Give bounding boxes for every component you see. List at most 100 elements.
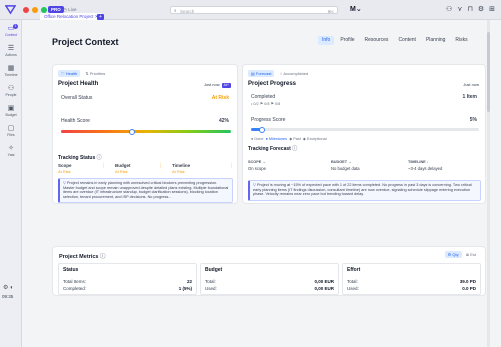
brand-icon[interactable]: M⌄ bbox=[350, 5, 362, 13]
sparkle-icon: ✧ bbox=[8, 145, 14, 152]
overall-status-label: Overall Status bbox=[61, 95, 93, 101]
health-score-label: Health Score bbox=[61, 118, 90, 124]
main-scrollbar[interactable] bbox=[487, 20, 490, 347]
main-content: Project Context Info Profile Resources C… bbox=[22, 20, 501, 347]
progress-note-text: Project is moving at ~15% of expected pa… bbox=[253, 183, 472, 197]
health-title: Project Health bbox=[58, 81, 99, 87]
filter-icon[interactable]: ⋎ bbox=[457, 5, 462, 13]
sidebar-item-timeline[interactable]: ▦ Timeline bbox=[0, 65, 22, 77]
metrics-title: Project Metrics ⓘ bbox=[59, 252, 105, 260]
context-badge: 1 bbox=[13, 24, 18, 29]
page-title: Project Context bbox=[52, 37, 119, 47]
sidebar-item-label: Timeline bbox=[4, 73, 18, 77]
progress-subtabs: ▤ Forecast ♀ Accomplished bbox=[248, 70, 311, 77]
sidebar-item-label: Yaai bbox=[7, 153, 15, 157]
metric-value: 1 (5%) bbox=[178, 286, 192, 291]
subtab-priorities[interactable]: ⇅ Priorities bbox=[82, 70, 108, 77]
forecast-timeline-head: TIMELINE ↓ bbox=[408, 160, 429, 164]
forecast-timeline-value: ~3-4 days delayed bbox=[408, 166, 443, 171]
tracking-budget-label: Budget bbox=[115, 163, 131, 168]
tab-content[interactable]: Content bbox=[394, 36, 420, 45]
sidebar-item-people[interactable]: ⚇ People bbox=[0, 85, 22, 97]
ai-sparkle-icon: ▽ bbox=[253, 183, 256, 187]
metric-label: Used: bbox=[205, 286, 217, 291]
health-score-marker bbox=[129, 128, 136, 135]
metrics-title-text: Project Metrics bbox=[59, 254, 99, 260]
search-placeholder: Search bbox=[180, 8, 195, 14]
subtab-label: Priorities bbox=[89, 71, 106, 76]
live-label: Live bbox=[68, 7, 77, 12]
updated-label: Just now bbox=[203, 82, 220, 87]
clock-time: 09:35 bbox=[2, 294, 14, 299]
tab-planning[interactable]: Planning bbox=[422, 36, 449, 45]
info-icon[interactable]: ⓘ bbox=[100, 254, 106, 260]
live-indicator: ◷ Live bbox=[63, 7, 77, 12]
brightness-icon[interactable]: ◐ bbox=[10, 285, 14, 291]
sidebar-item-actions[interactable]: ☰ Actions bbox=[0, 45, 22, 57]
close-window-button[interactable] bbox=[23, 7, 29, 13]
subtab-forecast[interactable]: ▤ Forecast bbox=[248, 70, 275, 77]
progress-score-value: 5% bbox=[469, 117, 477, 123]
tab-risks[interactable]: Risks bbox=[451, 36, 471, 45]
metrics-toggle: ⚙ Qty ≣ Est bbox=[444, 251, 479, 258]
scroll-thumb[interactable] bbox=[487, 32, 490, 112]
sidebar-item-context[interactable]: ▭ 1 Context bbox=[0, 24, 22, 37]
completed-label: Completed bbox=[251, 94, 276, 100]
wallet-icon: ▣ bbox=[7, 105, 15, 112]
metric-title: Status bbox=[63, 267, 79, 273]
minimize-window-button[interactable] bbox=[32, 7, 38, 13]
search-input[interactable]: ⌕ Search ⌘K bbox=[170, 6, 338, 14]
search-icon: ⌕ bbox=[174, 8, 177, 13]
subtab-label: Forecast bbox=[255, 71, 272, 76]
lock-icon[interactable]: ⊓ bbox=[467, 5, 472, 13]
sidebar: ▭ 1 Context ☰ Actions ▦ Timeline ⚇ Peopl… bbox=[0, 20, 22, 347]
toggle-est[interactable]: ≣ Est bbox=[463, 251, 479, 258]
sidebar-item-files[interactable]: ▢ Files bbox=[0, 125, 22, 137]
context-tabs: Info Profile Resources Content Planning … bbox=[318, 36, 472, 45]
list-icon: ☰ bbox=[7, 45, 15, 52]
sidebar-item-budget[interactable]: ▣ Budget bbox=[0, 105, 22, 117]
info-icon[interactable]: ⓘ bbox=[292, 146, 297, 152]
sidebar-item-label: Files bbox=[7, 133, 15, 137]
info-icon[interactable]: ⓘ bbox=[97, 155, 102, 161]
settings-icon[interactable]: ⚙ bbox=[478, 5, 484, 13]
project-metrics-card: Project Metrics ⓘ ⚙ Qty ≣ Est Status Tot… bbox=[52, 246, 486, 296]
metric-label: Total: bbox=[347, 279, 358, 284]
sidebar-item-yaai[interactable]: ✧ Yaai bbox=[0, 145, 22, 157]
ai-tag: AI+ bbox=[221, 83, 231, 88]
tracking-scope-label: Scope bbox=[58, 163, 72, 168]
sidebar-item-label: People bbox=[5, 93, 17, 97]
legend-label: Past bbox=[293, 137, 301, 141]
app-logo-icon[interactable] bbox=[5, 4, 16, 15]
tab-profile[interactable]: Profile bbox=[336, 36, 358, 45]
toggle-qty[interactable]: ⚙ Qty bbox=[444, 251, 462, 258]
top-right-toolbar: ⚇ ⋎ ⊓ ⚙ ⊞ bbox=[446, 5, 495, 13]
progress-score-label: Progress Score bbox=[251, 117, 286, 123]
sidebar-bottom-icons: ⚙ ◐ bbox=[3, 284, 14, 291]
legend-label: Done bbox=[254, 137, 264, 141]
subtab-health[interactable]: ♡ Health bbox=[58, 70, 81, 77]
metric-effort: Effort Total: 39.0 PD Used: 0.0 PD bbox=[342, 263, 481, 295]
notifications-icon[interactable]: ⚇ bbox=[446, 5, 452, 13]
project-health-card: ♡ Health ⇅ Priorities Project Health Jus… bbox=[52, 64, 238, 204]
tracking-status-title: Tracking Status ⓘ bbox=[58, 154, 102, 161]
forecast-title-text: Tracking Forecast bbox=[248, 146, 291, 152]
progress-updated: Just now bbox=[463, 82, 479, 87]
health-note-text: Project remains in early planning with u… bbox=[63, 181, 229, 199]
legend-label: Milestones bbox=[268, 137, 288, 141]
grid-icon[interactable]: ⊞ bbox=[489, 5, 495, 13]
search-shortcut: ⌘K bbox=[327, 8, 334, 14]
subtab-accomplished[interactable]: ♀ Accomplished bbox=[276, 70, 311, 77]
tab-info[interactable]: Info bbox=[318, 36, 335, 45]
health-score-value: 42% bbox=[218, 118, 229, 124]
tracking-title-text: Tracking Status bbox=[58, 155, 96, 161]
health-subtabs: ♡ Health ⇅ Priorities bbox=[58, 70, 108, 77]
tab-resources[interactable]: Resources bbox=[361, 36, 393, 45]
forecast-budget-head: BUDGET → bbox=[331, 160, 352, 164]
metric-value: 22 bbox=[186, 279, 192, 284]
metric-label: Total: bbox=[205, 279, 216, 284]
settings-icon[interactable]: ⚙ bbox=[3, 285, 8, 291]
sidebar-item-label: Actions bbox=[5, 53, 17, 57]
tab-office-relocation[interactable]: Office Relocation Project ✕ bbox=[40, 13, 103, 20]
budget-alert-icon: ⋮ bbox=[158, 163, 163, 169]
